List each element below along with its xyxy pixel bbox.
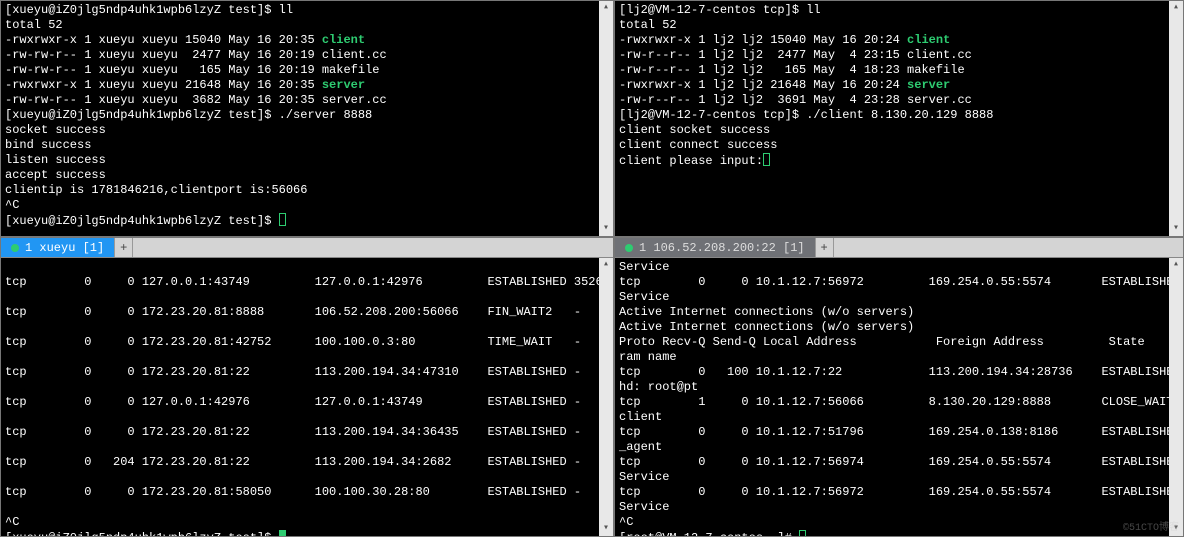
pane-bottom-left: 1 xueyu [1] + tcp 0 0 127.0.0.1:43749 12…: [0, 237, 614, 537]
gutter-up-icon[interactable]: ▴: [1170, 259, 1182, 271]
status-dot-icon: [11, 244, 19, 252]
gutter-down-icon[interactable]: ▾: [600, 223, 612, 235]
scroll-gutter[interactable]: ▴ ▾: [599, 1, 613, 236]
add-tab-button[interactable]: +: [115, 238, 133, 257]
gutter-up-icon[interactable]: ▴: [600, 259, 612, 271]
tabbar-left: 1 xueyu [1] +: [1, 238, 613, 258]
terminal-top-right[interactable]: [lj2@VM-12-7-centos tcp]$ ll total 52 -r…: [615, 1, 1183, 236]
pane-top-left: [xueyu@iZ0jlg5ndp4uhk1wpb6lzyZ test]$ ll…: [0, 0, 614, 237]
tab-session-right[interactable]: 1 106.52.208.200:22 [1]: [615, 238, 816, 257]
scroll-gutter[interactable]: ▴ ▾: [1169, 258, 1183, 536]
gutter-down-icon[interactable]: ▾: [600, 523, 612, 535]
terminal-bottom-left[interactable]: tcp 0 0 127.0.0.1:43749 127.0.0.1:42976 …: [1, 258, 613, 536]
status-dot-icon: [625, 244, 633, 252]
gutter-down-icon[interactable]: ▾: [1170, 223, 1182, 235]
scroll-gutter[interactable]: ▴ ▾: [1169, 1, 1183, 236]
tabbar-right: 1 106.52.208.200:22 [1] +: [615, 238, 1183, 258]
gutter-up-icon[interactable]: ▴: [1170, 2, 1182, 14]
scroll-gutter[interactable]: ▴ ▾: [599, 258, 613, 536]
terminal-bottom-right[interactable]: Service tcp 0 0 10.1.12.7:56972 169.254.…: [615, 258, 1183, 536]
gutter-up-icon[interactable]: ▴: [600, 2, 612, 14]
terminal-top-left[interactable]: [xueyu@iZ0jlg5ndp4uhk1wpb6lzyZ test]$ ll…: [1, 1, 613, 236]
pane-top-right: [lj2@VM-12-7-centos tcp]$ ll total 52 -r…: [614, 0, 1184, 237]
watermark: ©51CTO博客: [1123, 518, 1179, 534]
tab-label: 1 106.52.208.200:22 [1]: [639, 241, 805, 255]
tab-label: 1 xueyu [1]: [25, 241, 104, 255]
pane-bottom-right: 1 106.52.208.200:22 [1] + Service tcp 0 …: [614, 237, 1184, 537]
add-tab-button[interactable]: +: [816, 238, 834, 257]
tab-session-left[interactable]: 1 xueyu [1]: [1, 238, 115, 257]
